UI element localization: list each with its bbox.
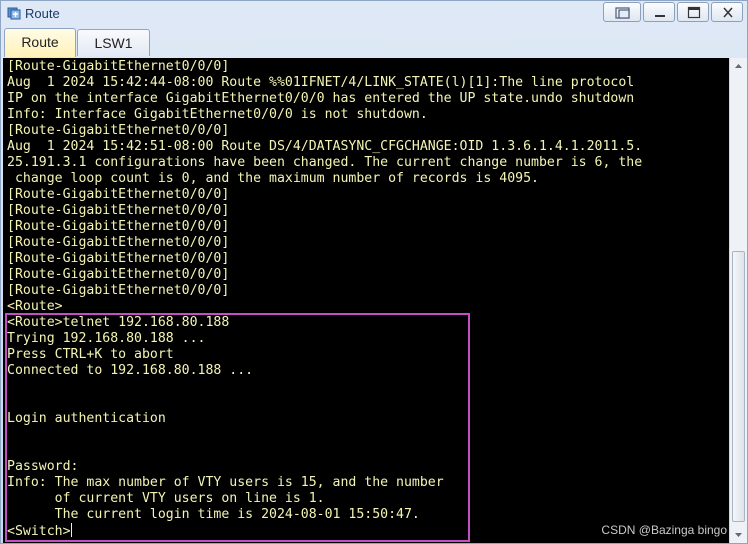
text-cursor: [70, 523, 72, 537]
window-title: Route: [25, 6, 60, 21]
terminal-line: Aug 1 2024 15:42:44-08:00 Route %%01IFNE…: [7, 75, 635, 90]
terminal-line: <Route>: [7, 299, 63, 314]
terminal-line: Trying 192.168.80.188 ...: [7, 331, 206, 346]
terminal-line: [Route-GigabitEthernet0/0/0]: [7, 203, 230, 218]
maximize-icon: [687, 6, 701, 19]
terminal-line: of current VTY users on line is 1.: [7, 491, 325, 506]
terminal-line: The current login time is 2024-08-01 15:…: [7, 507, 420, 522]
minimize-button[interactable]: [643, 2, 675, 22]
terminal-line: Info: Interface GigabitEthernet0/0/0 is …: [7, 107, 428, 122]
terminal-line: [Route-GigabitEthernet0/0/0]: [7, 283, 230, 298]
restore-icon: [615, 7, 630, 19]
terminal-line: <Route>telnet 192.168.80.188: [7, 315, 230, 330]
tab-lsw1[interactable]: LSW1: [77, 29, 150, 56]
terminal-line: IP on the interface GigabitEthernet0/0/0…: [7, 91, 635, 106]
terminal-line: [Route-GigabitEthernet0/0/0]: [7, 187, 230, 202]
terminal-line: Press CTRL+K to abort: [7, 347, 174, 362]
close-button[interactable]: [711, 2, 743, 22]
watermark: CSDN @Bazinga bingo: [601, 523, 727, 537]
terminal-line: change loop count is 0, and the maximum …: [7, 171, 539, 186]
terminal-line: Password:: [7, 459, 79, 474]
terminal-line: Connected to 192.168.80.188 ...: [7, 363, 254, 378]
terminal-line: 25.191.3.1 configurations have been chan…: [7, 155, 643, 170]
route-app-icon: [7, 7, 21, 20]
maximize-button[interactable]: [677, 2, 709, 22]
terminal-line: Info: The max number of VTY users is 15,…: [7, 475, 444, 490]
terminal-line: [Route-GigabitEthernet0/0/0]: [7, 267, 230, 282]
scroll-up-arrow-icon[interactable]: [730, 58, 747, 75]
title-bar[interactable]: Route: [1, 1, 747, 27]
close-icon: [723, 7, 733, 18]
terminal-window: Route Route LSW1 [Route-GigabitEthernet0…: [0, 0, 748, 544]
tab-bar: Route LSW1: [1, 27, 747, 58]
vertical-scrollbar[interactable]: [729, 58, 747, 543]
terminal-line: Aug 1 2024 15:42:51-08:00 Route DS/4/DAT…: [7, 139, 643, 154]
terminal-line: Login authentication: [7, 411, 166, 426]
terminal-line: [Route-GigabitEthernet0/0/0]: [7, 235, 230, 250]
tab-route[interactable]: Route: [4, 28, 76, 57]
minimize-icon: [655, 15, 665, 17]
terminal-line: [Route-GigabitEthernet0/0/0]: [7, 251, 230, 266]
terminal-line: <Switch>: [7, 523, 72, 539]
terminal-line: [Route-GigabitEthernet0/0/0]: [7, 123, 230, 138]
restore-button[interactable]: [603, 2, 641, 22]
scroll-thumb[interactable]: [732, 251, 745, 522]
terminal-line: [Route-GigabitEthernet0/0/0]: [7, 219, 230, 234]
scroll-down-arrow-icon[interactable]: [730, 526, 747, 543]
terminal-line: [Route-GigabitEthernet0/0/0]: [7, 59, 230, 74]
terminal-output: [Route-GigabitEthernet0/0/0] Aug 1 2024 1…: [7, 59, 642, 539]
terminal-console[interactable]: [Route-GigabitEthernet0/0/0] Aug 1 2024 1…: [3, 58, 729, 543]
